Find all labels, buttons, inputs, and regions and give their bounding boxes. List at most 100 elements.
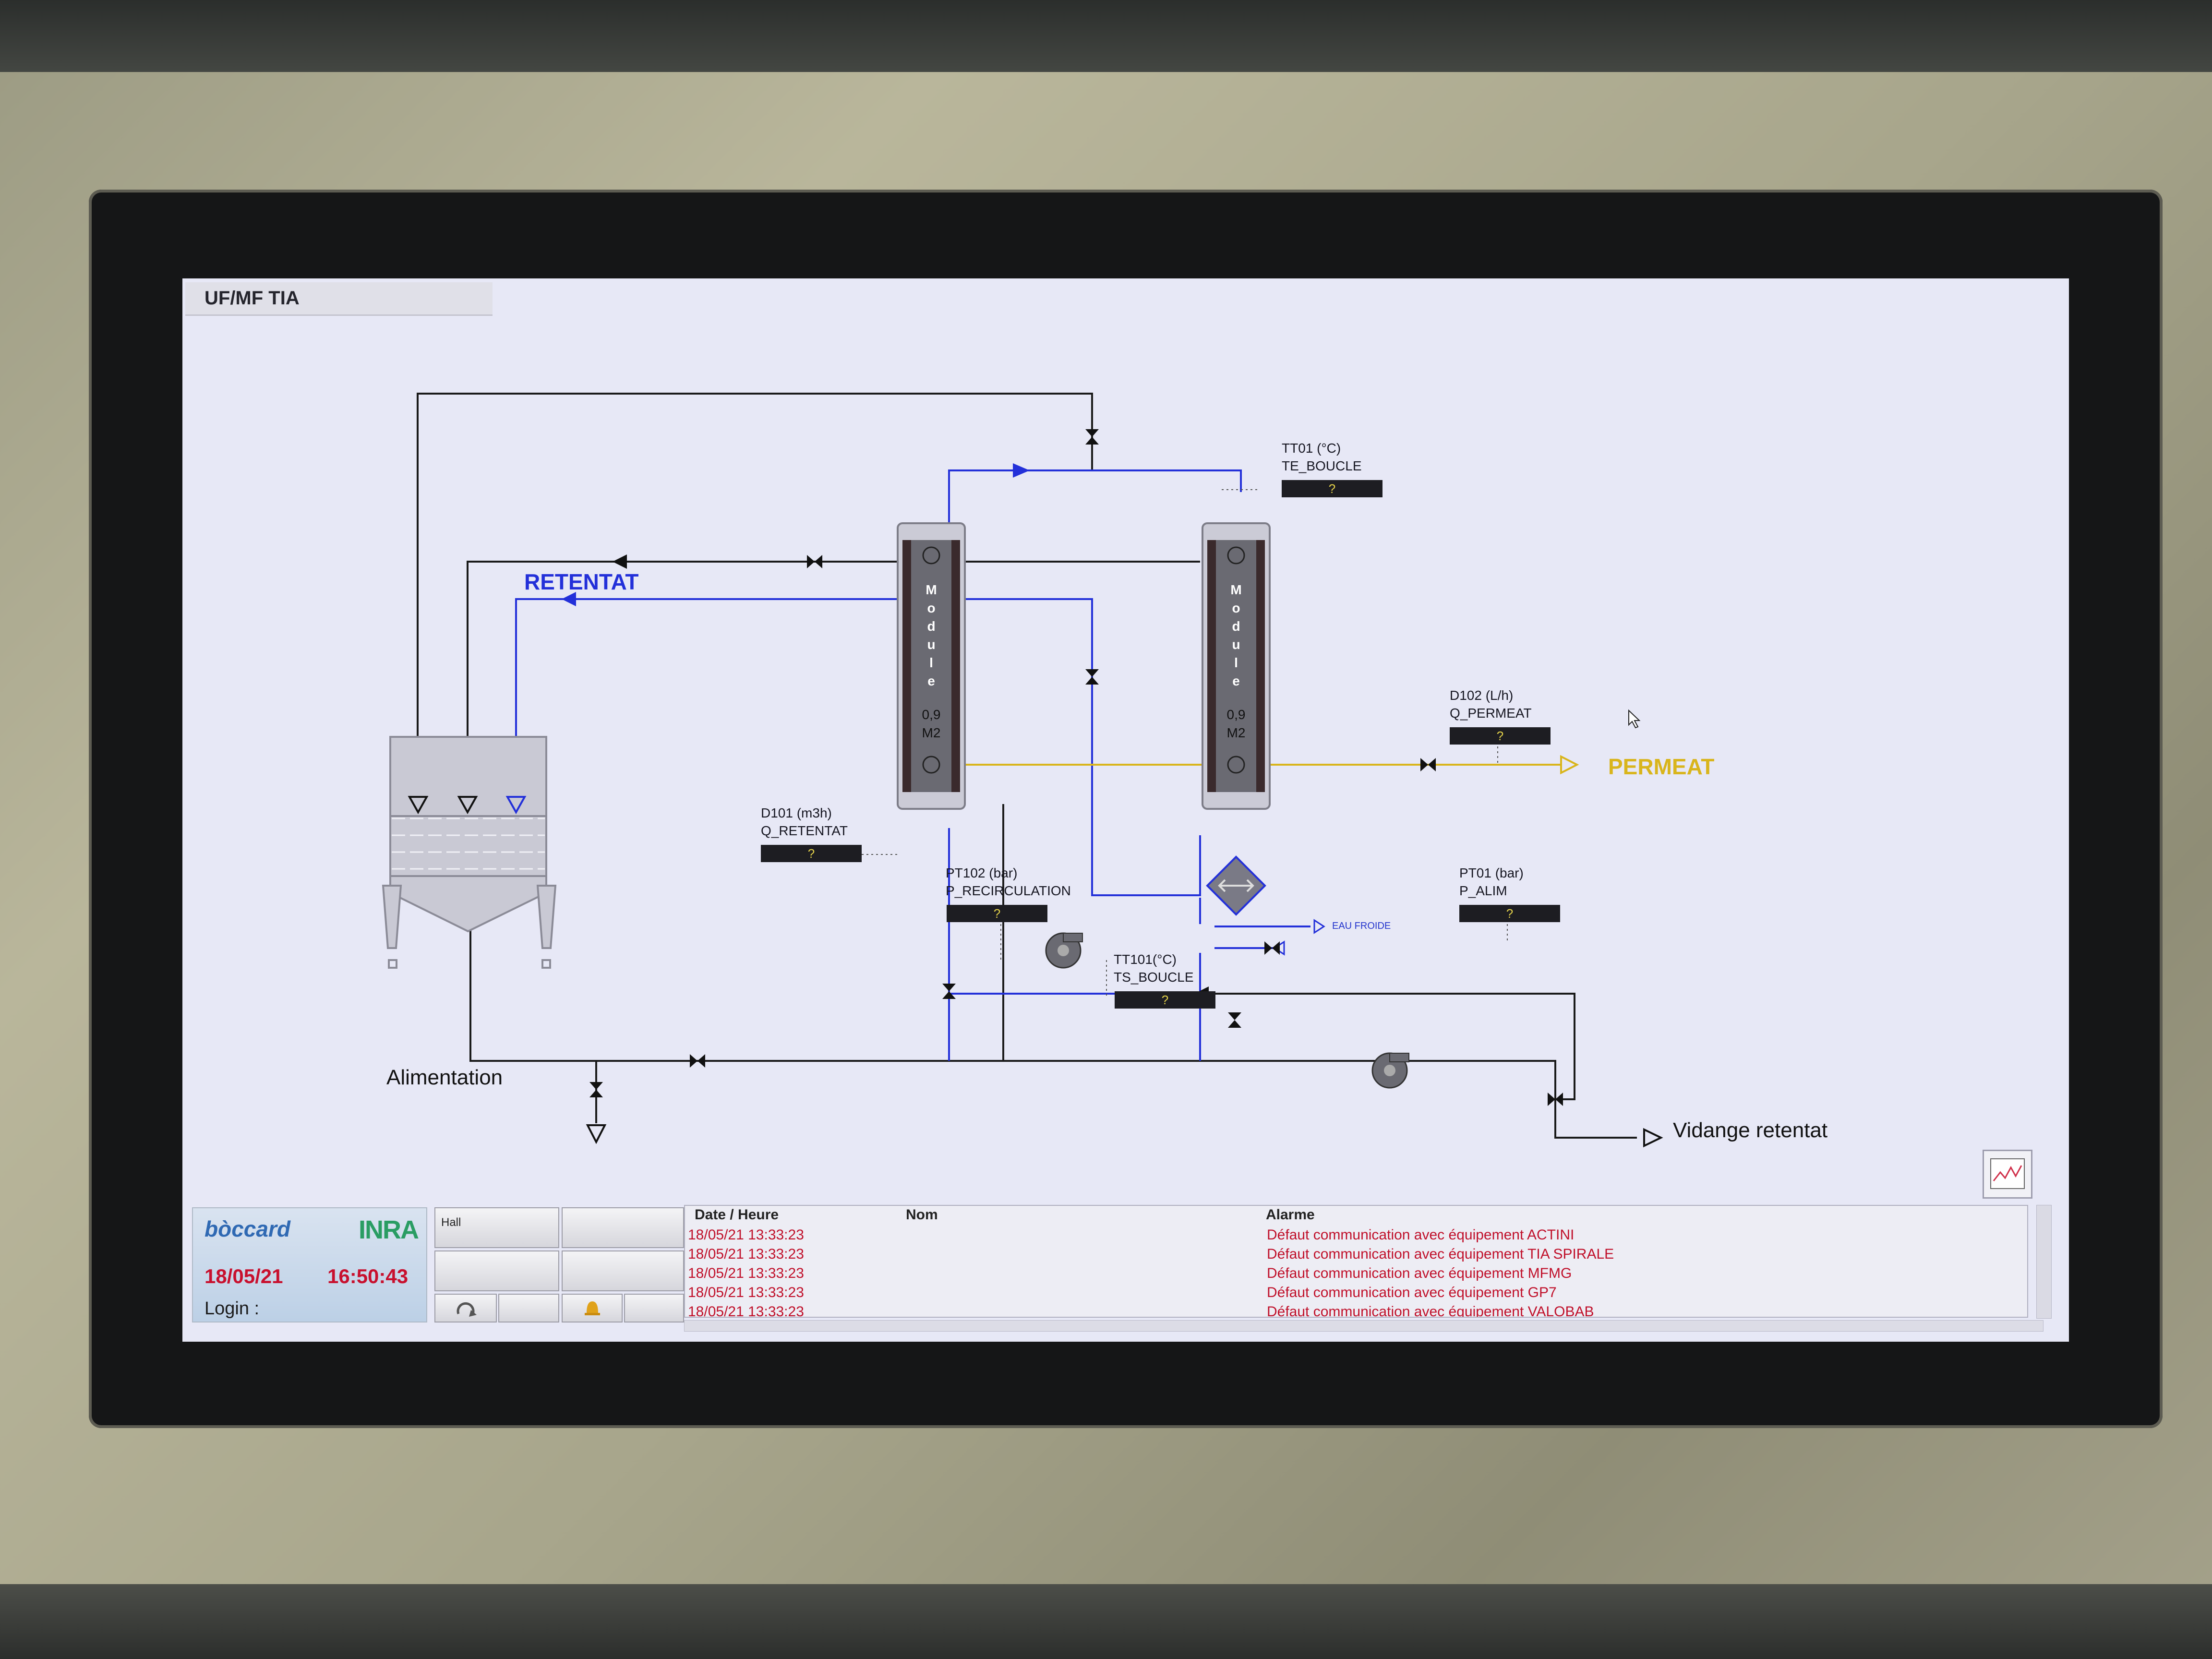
module-1-label: M o d u l e xyxy=(914,581,948,690)
brand-panel: bòccard INRA 18/05/21 16:50:43 Login : xyxy=(192,1207,427,1322)
pt01-tag: PT01 (bar) xyxy=(1459,866,1524,880)
alarm-message: Défaut communication avec équipement MFM… xyxy=(1267,1265,1572,1281)
alarm-list-scrollbar[interactable] xyxy=(2036,1205,2052,1319)
tt101-label: TT101(°C) TS_BOUCLE xyxy=(1114,950,1194,986)
valve-alimentation[interactable] xyxy=(690,1054,705,1068)
valve-bypass[interactable] xyxy=(1085,669,1099,685)
module-2-letter: M xyxy=(1230,582,1242,597)
alarm-list: Date / Heure Nom Alarme 18/05/21 13:33:2… xyxy=(684,1205,2028,1318)
valve-loop[interactable] xyxy=(1228,1012,1241,1028)
alarm-col-name: Nom xyxy=(906,1207,938,1223)
module-2-size-unit: M2 xyxy=(1226,725,1246,740)
module-1-letter: o xyxy=(927,601,936,615)
module-1-size: 0,9 M2 xyxy=(905,706,958,742)
tt01-name: TE_BOUCLE xyxy=(1282,458,1362,473)
module-2-letter: u xyxy=(1232,637,1240,652)
refresh-icon xyxy=(457,1302,477,1317)
login-label: Login : xyxy=(204,1298,260,1319)
module-1-size-unit: M2 xyxy=(922,725,941,740)
alarm-datetime: 18/05/21 13:33:23 xyxy=(688,1246,804,1262)
d101-value-display[interactable]: ? xyxy=(761,845,862,862)
permeat-label: PERMEAT xyxy=(1608,754,1715,779)
mouse-pointer-icon xyxy=(1628,709,1641,729)
nav-button-hall[interactable]: Hall xyxy=(434,1207,559,1248)
nav-button-empty-3[interactable] xyxy=(562,1250,684,1291)
module-2-letter: l xyxy=(1234,655,1238,670)
heat-exchanger-diamond[interactable] xyxy=(1206,855,1266,916)
window-title: UF/MF TIA xyxy=(185,282,493,316)
hmi-screen: UF/MF TIA M o d u l e 0,9 M2 M o d u l e… xyxy=(182,278,2069,1342)
tt01-value-display[interactable]: ? xyxy=(1282,480,1382,497)
module-2-size: 0,9 M2 xyxy=(1210,706,1262,742)
nav-button-empty-5[interactable] xyxy=(624,1294,684,1322)
alarm-row[interactable]: 18/05/21 13:33:23 Défaut communication a… xyxy=(688,1246,2027,1265)
pt102-label: PT102 (bar) P_RECIRCULATION xyxy=(946,864,1071,900)
d102-value-display[interactable]: ? xyxy=(1450,727,1551,745)
valve-drain[interactable] xyxy=(589,1082,603,1097)
module-2-letter: d xyxy=(1232,619,1240,634)
vidange-retentat-label: Vidange retentat xyxy=(1673,1118,1828,1142)
alarm-datetime: 18/05/21 13:33:23 xyxy=(688,1285,804,1300)
pt102-name: P_RECIRCULATION xyxy=(946,883,1071,898)
horizontal-scrollbar[interactable] xyxy=(684,1320,2044,1332)
alarm-row[interactable]: 18/05/21 13:33:23 Défaut communication a… xyxy=(688,1227,2027,1246)
alimentation-label: Alimentation xyxy=(386,1066,503,1089)
tt101-value-display[interactable]: ? xyxy=(1115,991,1215,1009)
alarm-row[interactable]: 18/05/21 13:33:23 Défaut communication a… xyxy=(688,1265,2027,1285)
pt01-value-display[interactable]: ? xyxy=(1459,905,1560,922)
d101-label: D101 (m3h) Q_RETENTAT xyxy=(761,804,848,840)
module-1-size-value: 0,9 xyxy=(922,707,941,722)
alarm-message: Défaut communication avec équipement GP7 xyxy=(1267,1285,1557,1300)
vidange-arrow xyxy=(1643,1128,1663,1148)
tt101-tag: TT101(°C) xyxy=(1114,952,1177,967)
permeat-outlet-arrow xyxy=(1560,755,1579,775)
alarm-row[interactable]: 18/05/21 13:33:23 Défaut communication a… xyxy=(688,1285,2027,1304)
nav-button-empty-2[interactable] xyxy=(434,1250,559,1291)
alarm-datetime: 18/05/21 13:33:23 xyxy=(688,1227,804,1243)
valve-recirculation[interactable] xyxy=(942,984,956,999)
tt01-tag: TT01 (°C) xyxy=(1282,441,1341,456)
recirculation-pump[interactable] xyxy=(1045,932,1083,969)
d101-name: Q_RETENTAT xyxy=(761,823,848,838)
module-feed-arrow xyxy=(1013,463,1030,478)
module-1-letter: d xyxy=(927,619,936,634)
module-2-letter: e xyxy=(1232,673,1240,688)
d102-tag: D102 (L/h) xyxy=(1450,688,1514,703)
alarm-datetime: 18/05/21 13:33:23 xyxy=(688,1304,804,1318)
trend-chart-icon xyxy=(1990,1158,2025,1189)
eau-froide-label: EAU FROIDE xyxy=(1332,921,1391,931)
alarm-col-datetime: Date / Heure xyxy=(695,1207,779,1223)
alarm-bell-icon xyxy=(585,1301,600,1315)
d102-label: D102 (L/h) Q_PERMEAT xyxy=(1450,686,1532,722)
valve-top[interactable] xyxy=(1085,429,1099,445)
module-2-letter: o xyxy=(1232,601,1240,615)
bottom-status-bar: bòccard INRA 18/05/21 16:50:43 Login : H… xyxy=(182,1205,2069,1342)
current-time: 16:50:43 xyxy=(327,1265,409,1287)
feed-pump[interactable] xyxy=(1371,1052,1409,1089)
module-2-label: M o d u l e xyxy=(1219,581,1253,690)
nav-button-empty-1[interactable] xyxy=(562,1207,684,1248)
alarm-datetime: 18/05/21 13:33:23 xyxy=(688,1265,804,1281)
module-1-letter: u xyxy=(927,637,936,652)
retentat-label: RETENTAT xyxy=(524,569,639,594)
nav-button-empty-4[interactable] xyxy=(498,1294,559,1322)
trend-button[interactable] xyxy=(1983,1150,2032,1199)
pt102-tag: PT102 (bar) xyxy=(946,866,1018,880)
refresh-button[interactable] xyxy=(434,1294,497,1322)
valve-retour[interactable] xyxy=(807,555,822,568)
retour-arrow xyxy=(613,554,627,569)
drain-arrow xyxy=(586,1124,607,1144)
valve-permeat[interactable] xyxy=(1420,758,1436,771)
module-1-letter: l xyxy=(929,655,933,670)
alarm-message: Défaut communication avec équipement VAL… xyxy=(1267,1304,1594,1318)
eau-froide-arrow xyxy=(1313,919,1325,934)
pt102-value-display[interactable]: ? xyxy=(947,905,1047,922)
alarm-message: Défaut communication avec équipement ACT… xyxy=(1267,1227,1575,1243)
tt01-label: TT01 (°C) TE_BOUCLE xyxy=(1282,439,1362,475)
current-date: 18/05/21 xyxy=(204,1265,283,1287)
d101-tag: D101 (m3h) xyxy=(761,805,832,820)
alarm-bell-button[interactable] xyxy=(562,1294,623,1322)
boccard-logo: bòccard xyxy=(204,1216,290,1241)
alarm-row[interactable]: 18/05/21 13:33:23 Défaut communication a… xyxy=(688,1304,2027,1318)
valve-eau-froide[interactable] xyxy=(1264,941,1280,955)
